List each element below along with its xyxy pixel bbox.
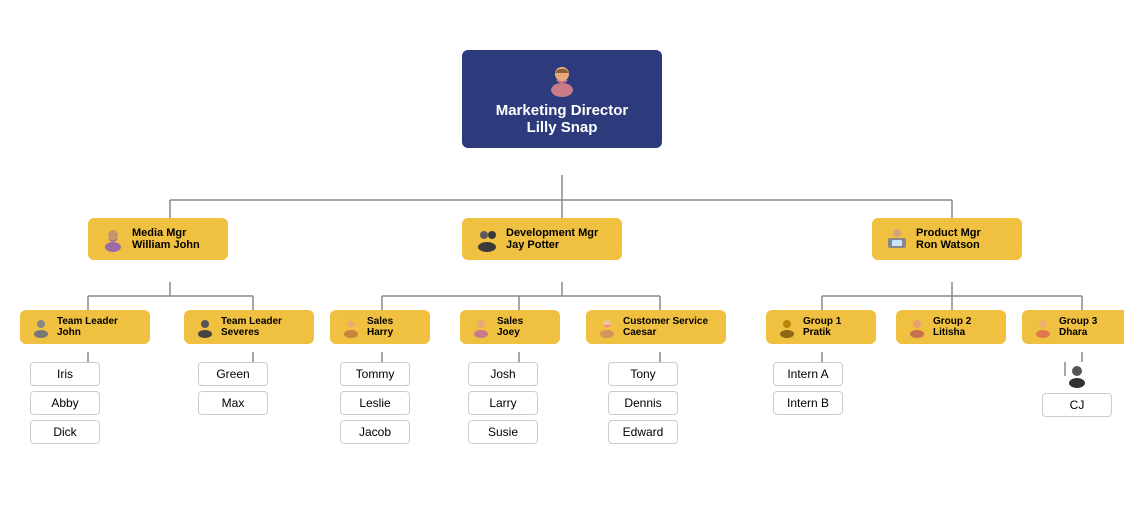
grp1-name: Pratik	[803, 327, 841, 338]
grp3-name: Dhara	[1059, 327, 1097, 338]
leaf-abby-text: Abby	[30, 391, 100, 415]
org-chart: Marketing Director Lilly Snap Media Mgr …	[0, 0, 1124, 509]
leaf-grp1-group: Intern A Intern B	[773, 362, 843, 415]
grp1-node: Group 1 Pratik	[766, 310, 876, 344]
sales-joey-node: Sales Joey	[460, 310, 560, 344]
tl-john-node: Team Leader John	[20, 310, 150, 344]
product-mgr-avatar-icon	[884, 226, 910, 252]
product-mgr-name: Ron Watson	[916, 239, 981, 251]
leaf-cj-text: CJ	[1042, 393, 1112, 417]
leaf-edward-text: Edward	[608, 420, 678, 444]
dev-mgr-name: Jay Potter	[506, 239, 598, 251]
tl-john-title: Team Leader	[57, 316, 118, 327]
leaf-green-text: Green	[198, 362, 268, 386]
tl-severes-name: Severes	[221, 327, 282, 338]
leaf-internb-text: Intern B	[773, 391, 843, 415]
dev-mgr-avatar-icon	[474, 226, 500, 252]
cs-caesar-name: Caesar	[623, 327, 708, 338]
grp2-avatar-icon	[906, 316, 928, 338]
tl-john-avatar-icon	[30, 316, 52, 338]
leaf-tony-text: Tony	[608, 362, 678, 386]
leaf-dennis-text: Dennis	[608, 391, 678, 415]
grp2-name: Litisha	[933, 327, 971, 338]
tl-severes-title: Team Leader	[221, 316, 282, 327]
grp3-avatar-icon	[1032, 316, 1054, 338]
leaf-harry-group: Tommy Leslie Jacob	[340, 362, 410, 444]
product-mgr-title: Product Mgr	[916, 227, 981, 239]
grp3-node: Group 3 Dhara	[1022, 310, 1124, 344]
cs-caesar-avatar-icon	[596, 316, 618, 338]
leaf-interna-text: Intern A	[773, 362, 843, 386]
tl-severes-node: Team Leader Severes	[184, 310, 314, 344]
leaf-jacob-text: Jacob	[340, 420, 410, 444]
media-mgr-name: William John	[132, 239, 200, 251]
leaf-larry-text: Larry	[468, 391, 538, 415]
dev-mgr-title: Development Mgr	[506, 227, 598, 239]
sales-joey-name: Joey	[497, 327, 523, 338]
leaf-severes-group: Green Max	[198, 362, 268, 415]
leaf-caesar-group: Tony Dennis Edward	[608, 362, 678, 444]
leaf-grp3-group: CJ	[1042, 362, 1112, 417]
leaf-max-text: Max	[198, 391, 268, 415]
tl-john-name: John	[57, 327, 118, 338]
root-node: Marketing Director Lilly Snap	[462, 50, 662, 148]
root-title-line2: Lilly Snap	[527, 119, 598, 136]
leaf-josh-text: Josh	[468, 362, 538, 386]
dev-mgr-node: Development Mgr Jay Potter	[462, 218, 622, 260]
sales-joey-title: Sales	[497, 316, 523, 327]
leaf-leslie-text: Leslie	[340, 391, 410, 415]
root-avatar-icon	[544, 62, 580, 98]
leaf-joey-group: Josh Larry Susie	[468, 362, 538, 444]
sales-joey-avatar-icon	[470, 316, 492, 338]
leaf-iris-text: Iris	[30, 362, 100, 386]
product-mgr-node: Product Mgr Ron Watson	[872, 218, 1022, 260]
grp3-title: Group 3	[1059, 316, 1097, 327]
cj-avatar-icon	[1064, 362, 1090, 388]
leaf-tommy-text: Tommy	[340, 362, 410, 386]
grp1-avatar-icon	[776, 316, 798, 338]
media-mgr-node: Media Mgr William John	[88, 218, 228, 260]
cs-caesar-node: Customer Service Caesar	[586, 310, 726, 344]
sales-harry-avatar-icon	[340, 316, 362, 338]
root-title-line1: Marketing Director	[496, 102, 629, 119]
grp1-title: Group 1	[803, 316, 841, 327]
sales-harry-title: Sales	[367, 316, 393, 327]
grp2-node: Group 2 Litisha	[896, 310, 1006, 344]
leaf-susie-text: Susie	[468, 420, 538, 444]
leaf-iris: Iris Abby Dick	[30, 362, 100, 444]
tl-severes-avatar-icon	[194, 316, 216, 338]
grp2-title: Group 2	[933, 316, 971, 327]
leaf-dick-text: Dick	[30, 420, 100, 444]
sales-harry-node: Sales Harry	[330, 310, 430, 344]
media-mgr-avatar-icon	[100, 226, 126, 252]
media-mgr-title: Media Mgr	[132, 227, 200, 239]
sales-harry-name: Harry	[367, 327, 393, 338]
cs-caesar-title: Customer Service	[623, 316, 708, 327]
